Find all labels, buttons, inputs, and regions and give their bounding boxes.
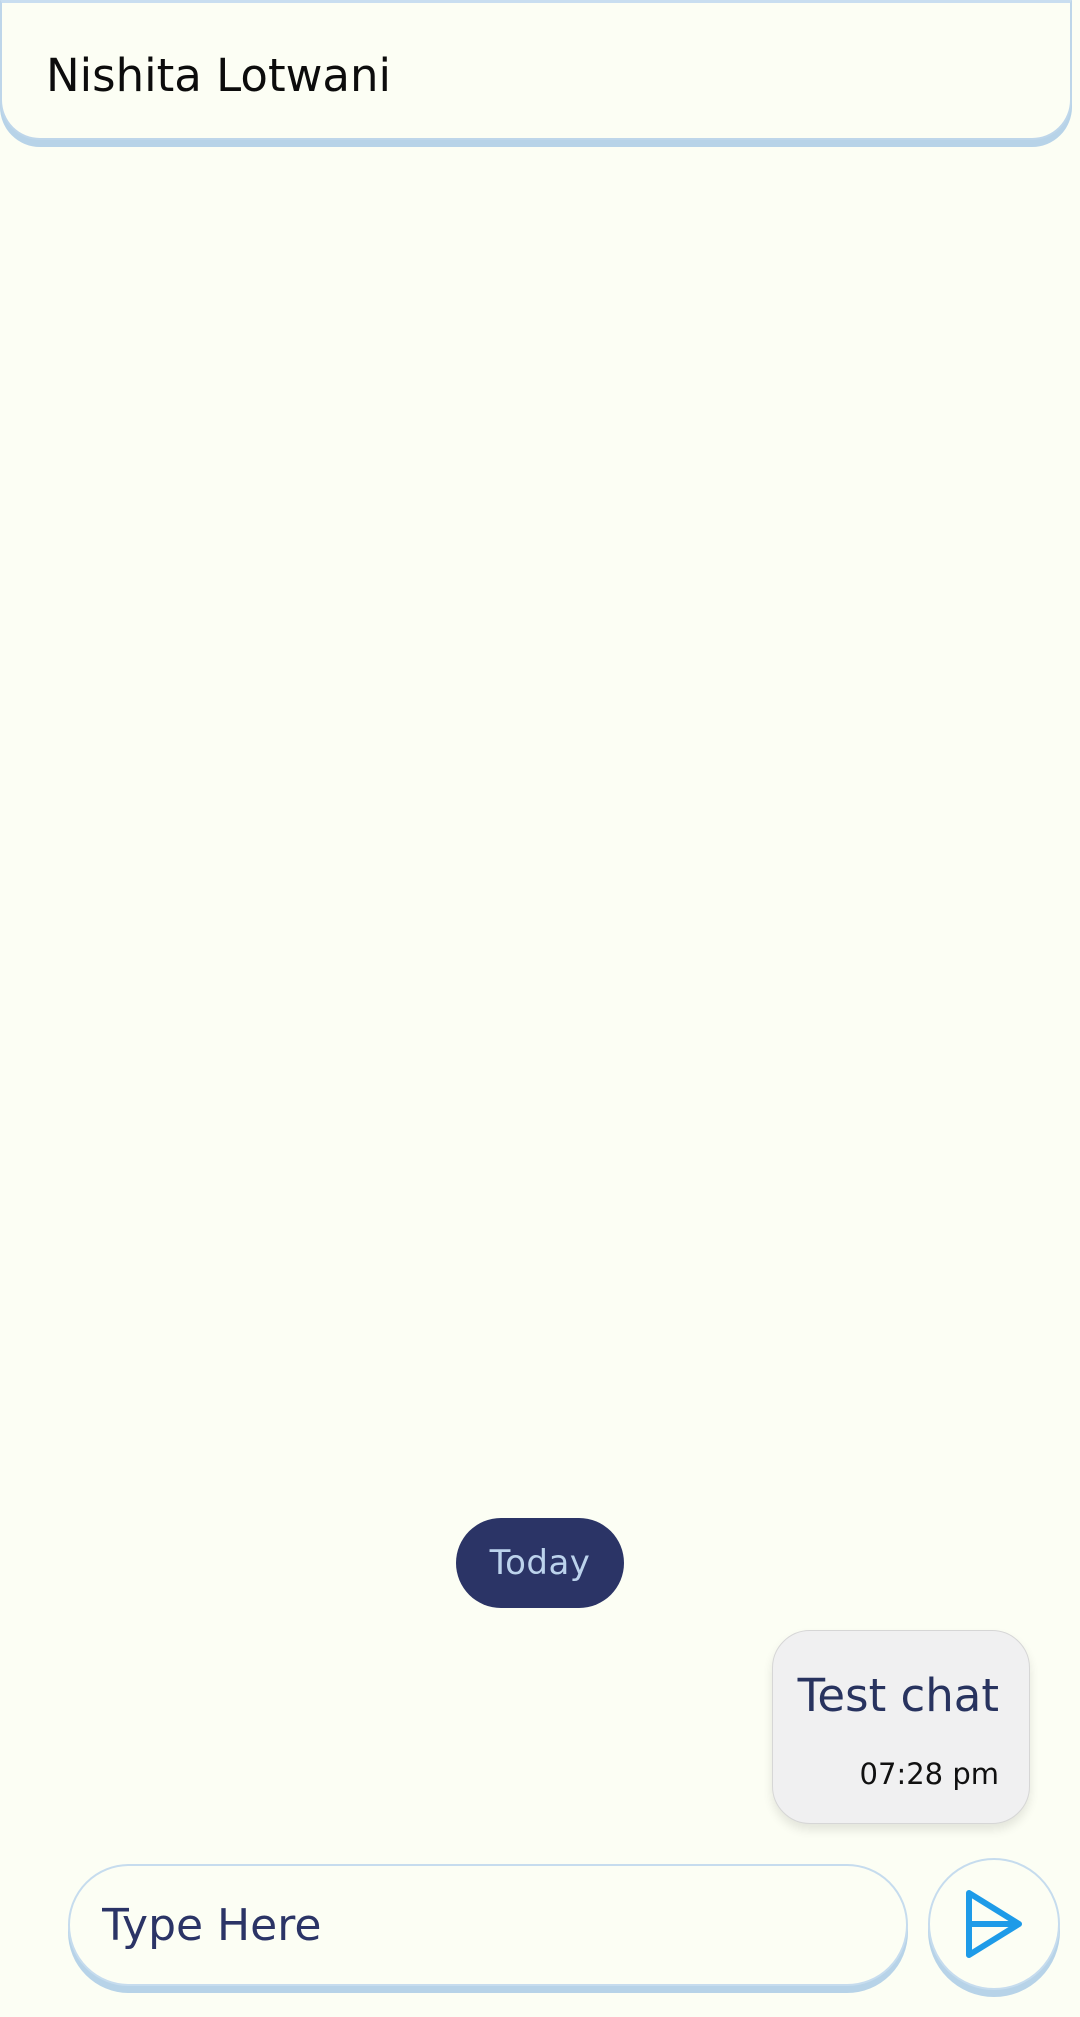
message-timestamp: 07:28 pm bbox=[859, 1757, 999, 1791]
message-bubble[interactable]: Test chat 07:28 pm bbox=[772, 1630, 1030, 1824]
message-input-container[interactable] bbox=[68, 1864, 908, 1986]
date-separator: Today bbox=[456, 1518, 624, 1608]
message-input[interactable] bbox=[102, 1866, 862, 1984]
contact-name: Nishita Lotwani bbox=[46, 49, 392, 102]
message-text: Test chat bbox=[797, 1669, 999, 1722]
send-icon bbox=[963, 1889, 1025, 1959]
chat-header: Nishita Lotwani bbox=[0, 0, 1072, 140]
send-button[interactable] bbox=[928, 1858, 1060, 1990]
